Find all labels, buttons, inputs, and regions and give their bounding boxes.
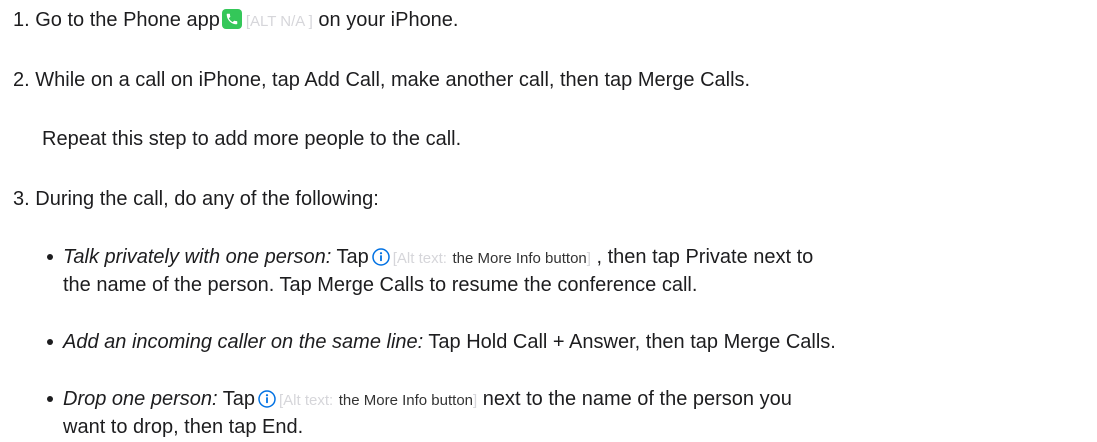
bullet-marker <box>47 339 53 345</box>
bullet-text: Tap Hold Call + Answer, then tap Merge C… <box>428 331 836 353</box>
info-circle-icon <box>258 390 276 408</box>
bullet-label: Talk privately with one person: <box>63 246 332 268</box>
bullet-text: Tap <box>336 246 369 268</box>
bullet-2: Add an incoming caller on the same line:… <box>63 328 836 356</box>
alt-text-value: the More Info button <box>338 392 474 409</box>
phone-app-icon <box>221 9 242 29</box>
bullet-text-after: next to the name of the person you <box>482 388 792 410</box>
alt-text-value: the More Info button <box>452 250 587 267</box>
step-text-after: on your iPhone. <box>318 9 459 31</box>
bullet-1-line-2: the name of the person. Tap Merge Calls … <box>63 274 698 296</box>
step-3: 3. During the call, do any of the follow… <box>13 185 379 213</box>
bullet-label: Drop one person: <box>63 388 218 410</box>
step-2: 2. While on a call on iPhone, tap Add Ca… <box>13 66 750 94</box>
bullet-marker <box>47 254 53 260</box>
step-2-note: Repeat this step to add more people to t… <box>42 128 462 150</box>
bullet-text-after: , then tap Private next to <box>596 246 814 268</box>
alt-text-prefix: [Alt text: <box>279 392 334 409</box>
step-number: 3. <box>13 188 30 210</box>
bullet-label: Add an incoming caller on the same line: <box>63 331 424 353</box>
step-number: 2. <box>13 69 30 91</box>
step-text: While on a call on iPhone, tap Add Call,… <box>35 69 751 91</box>
bullet-3: Drop one person: Tap [Alt text: the More … <box>63 385 792 415</box>
bullet-1: Talk privately with one person: Tap [Alt … <box>63 243 813 273</box>
step-text: During the call, do any of the following… <box>35 188 379 210</box>
alt-text-suffix: ] <box>473 392 478 409</box>
info-circle-icon <box>372 248 390 266</box>
bullet-3-line-2: want to drop, then tap End. <box>63 416 304 438</box>
instructions-document: 1. Go to the Phone app [ALT N/A ] on your… <box>0 0 1097 442</box>
step-text: Go to the Phone app <box>35 9 220 31</box>
step-1: 1. Go to the Phone app [ALT N/A ] on your… <box>13 6 459 36</box>
step-number: 1. <box>13 9 30 31</box>
alt-text-prefix: [Alt text: <box>392 250 447 267</box>
bullet-text: Tap <box>222 388 255 410</box>
bullet-marker <box>47 396 53 402</box>
alt-text-suffix: ] <box>586 250 591 267</box>
alt-text-placeholder: [ALT N/A ] <box>245 13 313 30</box>
